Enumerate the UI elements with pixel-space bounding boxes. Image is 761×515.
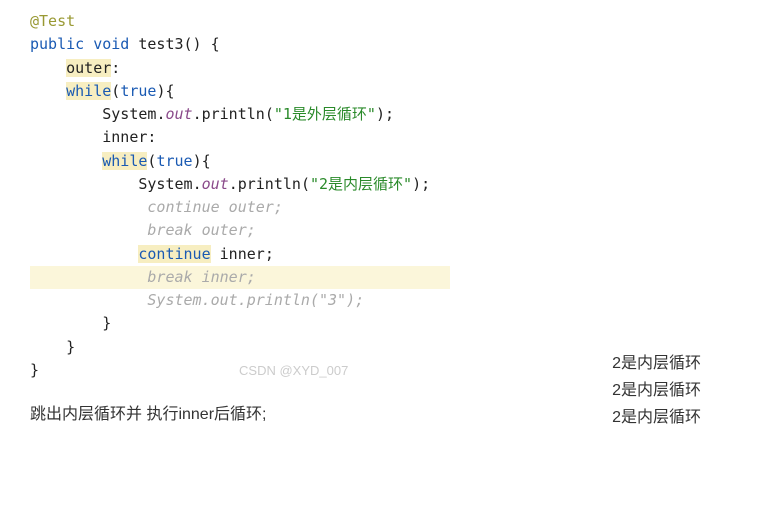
kw-while-outer: while bbox=[66, 82, 111, 100]
println: println bbox=[238, 175, 301, 193]
paren-close: ){ bbox=[156, 82, 174, 100]
semicolon: ; bbox=[265, 245, 274, 263]
brace-close: } bbox=[102, 314, 111, 332]
colon: : bbox=[147, 128, 156, 146]
parens: () bbox=[184, 35, 202, 53]
string-2: "2是内层循环" bbox=[310, 175, 412, 193]
inner-label: inner bbox=[102, 128, 147, 146]
out-field: out bbox=[202, 175, 229, 193]
kw-while-inner: while bbox=[102, 152, 147, 170]
paren: ( bbox=[111, 82, 120, 100]
true-literal: true bbox=[156, 152, 192, 170]
string-1: "1是外层循环" bbox=[274, 105, 376, 123]
console-output: 2是内层循环 2是内层循环 2是内层循环 bbox=[612, 350, 701, 432]
outer-label: outer bbox=[66, 59, 111, 77]
comment-break-inner: break inner; bbox=[147, 268, 255, 286]
annotation: @Test bbox=[30, 12, 75, 30]
kw-continue: continue bbox=[138, 245, 210, 263]
colon: : bbox=[111, 59, 120, 77]
comment-println-3: System.out.println("3"); bbox=[147, 291, 364, 309]
output-line: 2是内层循环 bbox=[612, 350, 701, 377]
comment-break-outer: break outer; bbox=[147, 221, 255, 239]
watermark: CSDN @XYD_007 bbox=[239, 363, 348, 378]
comment-continue-outer: continue outer; bbox=[147, 198, 282, 216]
brace-close: } bbox=[30, 361, 39, 379]
true-literal: true bbox=[120, 82, 156, 100]
inner-ref: inner bbox=[220, 245, 265, 263]
kw-void: void bbox=[93, 35, 129, 53]
out-field: out bbox=[165, 105, 192, 123]
output-line: 2是内层循环 bbox=[612, 377, 701, 404]
system: System bbox=[138, 175, 192, 193]
kw-public: public bbox=[30, 35, 84, 53]
println: println bbox=[202, 105, 265, 123]
output-line: 2是内层循环 bbox=[612, 404, 701, 431]
page-container: @Test public void test3() { outer: while… bbox=[0, 0, 761, 424]
highlighted-line: break inner; bbox=[30, 266, 450, 289]
brace: { bbox=[211, 35, 220, 53]
brace-close: } bbox=[66, 338, 75, 356]
method-name: test3 bbox=[138, 35, 183, 53]
system: System bbox=[102, 105, 156, 123]
code-block: @Test public void test3() { outer: while… bbox=[30, 10, 761, 382]
